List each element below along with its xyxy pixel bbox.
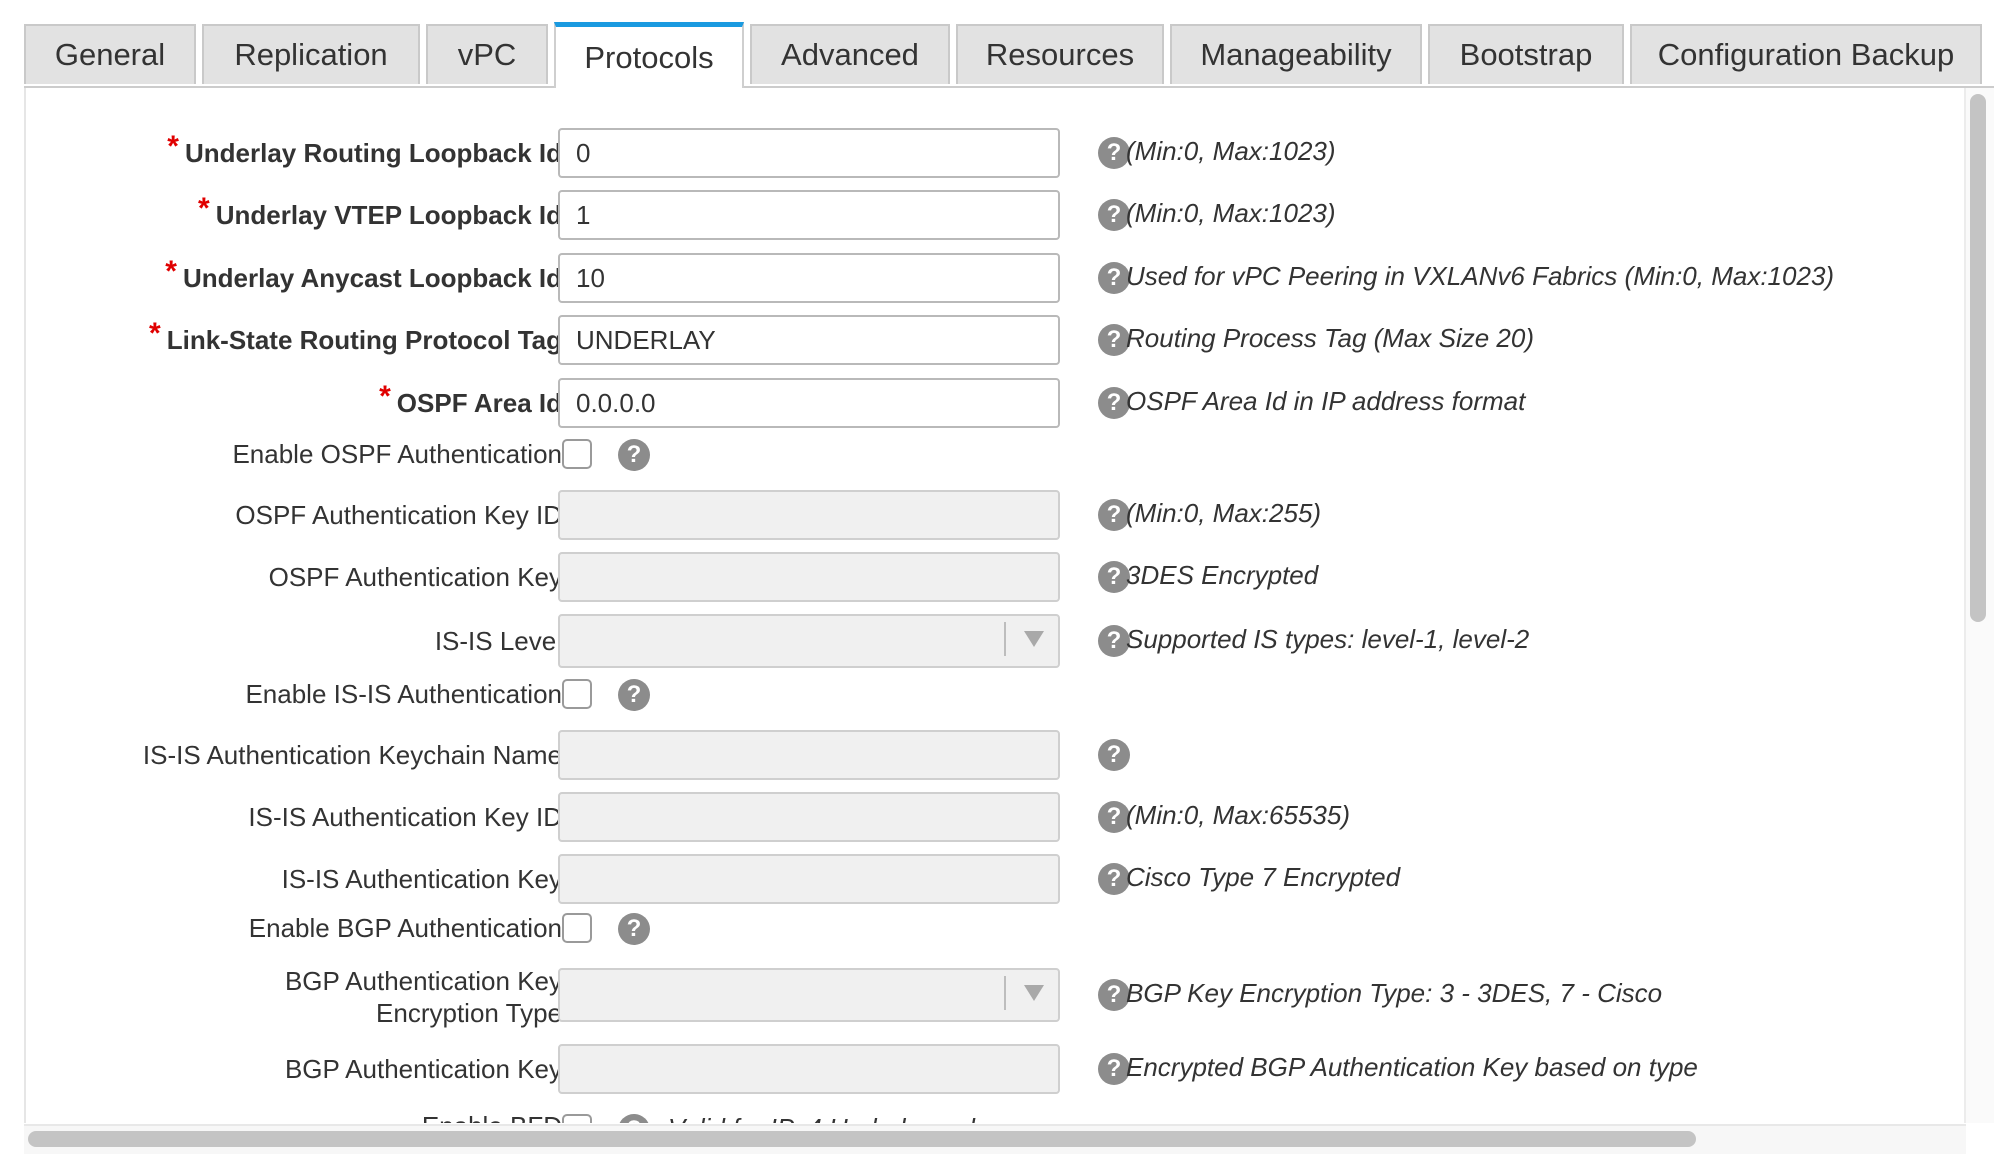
tab-bar: General Replication vPC Protocols Advanc… (24, 22, 1994, 88)
tab-vpc[interactable]: vPC (426, 24, 548, 84)
field-hint: (Min:0, Max:65535) (1126, 800, 1350, 830)
help-icon[interactable]: ? (618, 439, 650, 471)
required-marker: * (198, 192, 210, 225)
enable-isis-auth-checkbox[interactable] (562, 679, 592, 709)
field-label: * Underlay VTEP Loopback Id (26, 193, 562, 231)
field-label: * OSPF Area Id (26, 381, 562, 419)
field-label: Enable BFD (26, 1110, 562, 1123)
field-label: IS-IS Authentication Key ID (248, 802, 562, 832)
field-hint: BGP Key Encryption Type: 3 - 3DES, 7 - C… (1126, 978, 1663, 1008)
required-marker: * (149, 317, 161, 350)
enable-bgp-auth-checkbox[interactable] (562, 913, 592, 943)
field-label: OSPF Authentication Key (268, 562, 562, 592)
field-label: IS-IS Level (434, 626, 562, 656)
field-hint: (Min:0, Max:255) (1126, 498, 1322, 528)
field-hint: 3DES Encrypted (1126, 560, 1319, 590)
field-label: OSPF Authentication Key ID (235, 500, 562, 530)
field-label: BGP Authentication Key (284, 1054, 562, 1084)
field-hint: (Min:0, Max:1023) (1126, 136, 1336, 166)
field-hint: Encrypted BGP Authentication Key based o… (1126, 1052, 1698, 1082)
tab-protocols[interactable]: Protocols (554, 22, 744, 88)
isis-auth-key-input[interactable] (558, 854, 1060, 904)
field-hint: Used for vPC Peering in VXLANv6 Fabrics … (1126, 261, 1835, 291)
field-hint: Supported IS types: level-1, level-2 (1126, 624, 1530, 654)
enable-ospf-auth-checkbox[interactable] (562, 439, 592, 469)
help-icon[interactable]: ? (618, 913, 650, 945)
tab-label: vPC (457, 37, 517, 72)
chevron-down-icon (1024, 631, 1044, 647)
field-label: * Underlay Routing Loopback Id (26, 131, 562, 169)
required-marker: * (165, 255, 177, 288)
tab-advanced[interactable]: Advanced (750, 24, 950, 84)
ospf-auth-key-id-input[interactable] (558, 490, 1060, 540)
underlay-vtep-loopback-input[interactable] (558, 190, 1060, 240)
field-label: Enable OSPF Authentication (232, 439, 562, 469)
underlay-routing-loopback-input[interactable] (558, 128, 1060, 178)
ospf-auth-key-input[interactable] (558, 552, 1060, 602)
field-label: IS-IS Authentication Keychain Name (142, 740, 562, 770)
ospf-area-id-input[interactable] (558, 378, 1060, 428)
tab-replication[interactable]: Replication (202, 24, 420, 84)
underlay-anycast-loopback-input[interactable] (558, 253, 1060, 303)
field-label: * Link-State Routing Protocol Tag (26, 318, 562, 356)
isis-auth-key-id-input[interactable] (558, 792, 1060, 842)
tab-label: Resources (985, 37, 1135, 72)
field-hint: Cisco Type 7 Encrypted (1126, 862, 1401, 892)
help-icon[interactable]: ? (618, 679, 650, 711)
label-text: Underlay VTEP Loopback Id (215, 200, 562, 230)
field-hint: (Min:0, Max:1023) (1126, 198, 1336, 228)
field-hint: Routing Process Tag (Max Size 20) (1126, 323, 1535, 353)
bgp-key-encryption-type-select[interactable] (558, 968, 1060, 1022)
label-text: Link-State Routing Protocol Tag (166, 325, 562, 355)
label-text: Underlay Anycast Loopback Id (182, 263, 562, 293)
field-hint: Valid for IPv4 Underlay only (668, 1112, 988, 1123)
field-label: Enable IS-IS Authentication (245, 679, 562, 709)
label-line-1: BGP Authentication Key (284, 966, 562, 996)
tab-resources[interactable]: Resources (956, 24, 1164, 84)
tab-label: Configuration Backup (1657, 37, 1955, 72)
tab-label: Replication (234, 37, 388, 72)
required-marker: * (379, 380, 391, 413)
help-icon[interactable]: ? (1098, 739, 1130, 771)
isis-keychain-name-input[interactable] (558, 730, 1060, 780)
field-label: Enable BGP Authentication (248, 913, 562, 943)
tab-general[interactable]: General (24, 24, 196, 84)
field-label: BGP Authentication Key Encryption Type (26, 965, 562, 1029)
help-icon[interactable]: ? (618, 1114, 650, 1123)
required-marker: * (167, 130, 179, 163)
tab-label: Manageability (1200, 37, 1392, 72)
tab-label: Bootstrap (1459, 37, 1593, 72)
tab-configuration-backup[interactable]: Configuration Backup (1630, 24, 1982, 84)
tab-bootstrap[interactable]: Bootstrap (1428, 24, 1624, 84)
label-text: OSPF Area Id (396, 388, 562, 418)
isis-level-select[interactable] (558, 614, 1060, 668)
enable-bfd-checkbox[interactable] (562, 1114, 592, 1123)
label-line-2: Encryption Type (376, 998, 562, 1028)
tab-label: Protocols (584, 39, 714, 75)
vertical-scrollbar-thumb[interactable] (1970, 94, 1986, 622)
tab-label: General (54, 37, 166, 72)
tab-label: Advanced (781, 37, 919, 72)
field-label: IS-IS Authentication Key (281, 864, 562, 894)
protocols-form-panel: *Underlay Routing Loopback Id ? (Min:0, … (24, 88, 1992, 1123)
field-label: * Underlay Anycast Loopback Id (26, 256, 562, 294)
chevron-down-icon (1024, 985, 1044, 1001)
link-state-tag-input[interactable] (558, 315, 1060, 365)
select-separator (1004, 622, 1006, 656)
bgp-auth-key-input[interactable] (558, 1044, 1060, 1094)
label-text: Underlay Routing Loopback Id (184, 138, 562, 168)
tab-manageability[interactable]: Manageability (1170, 24, 1422, 84)
select-separator (1004, 976, 1006, 1010)
field-hint: OSPF Area Id in IP address format (1126, 386, 1526, 416)
horizontal-scrollbar-thumb[interactable] (28, 1131, 1696, 1147)
